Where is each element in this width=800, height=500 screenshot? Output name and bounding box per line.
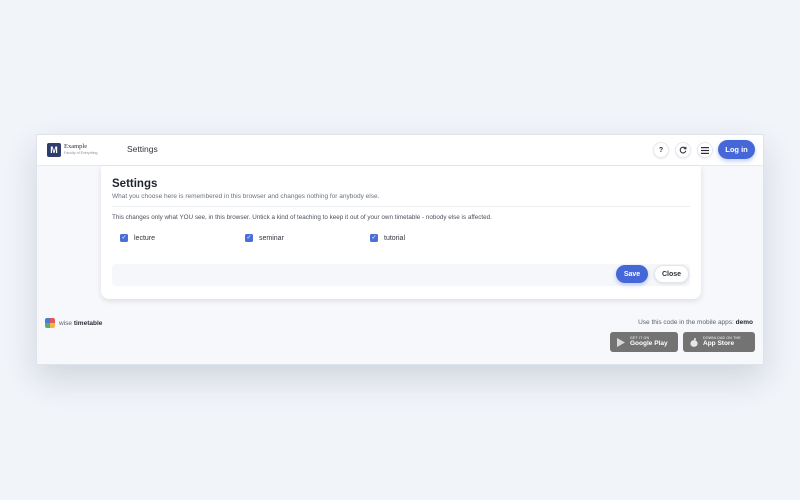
app-name-bold: timetable — [73, 320, 103, 327]
help-button[interactable]: ? — [653, 142, 669, 158]
seminar-label: seminar — [259, 234, 284, 242]
google-play-badge[interactable]: GET IT ON Google Play — [610, 332, 678, 352]
refresh-icon — [679, 146, 687, 154]
tutorial-checkbox[interactable]: ✓ — [370, 234, 378, 242]
lecture-label: lecture — [134, 234, 156, 242]
wise-timetable-logo-icon[interactable] — [45, 318, 55, 328]
option-seminar[interactable]: ✓ seminar — [245, 234, 284, 242]
help-icon: ? — [658, 146, 664, 154]
divider — [112, 206, 690, 207]
action-bar — [112, 264, 690, 286]
settings-description: This changes only what YOU see, in this … — [112, 214, 492, 221]
google-play-big-text: Google Play — [630, 340, 668, 347]
app-window: M Example Faculty of Everything Settings… — [36, 134, 764, 365]
settings-panel: Settings What you choose here is remembe… — [101, 166, 701, 299]
lecture-checkbox[interactable]: ✓ — [120, 234, 128, 242]
app-name-prefix: wise — [59, 320, 73, 327]
brand-name: Example — [64, 143, 88, 150]
tutorial-label: tutorial — [384, 234, 406, 242]
logo-letter: M — [50, 145, 58, 155]
close-button[interactable]: Close — [654, 265, 689, 283]
app-store-badge[interactable]: DOWNLOAD ON THE App Store — [683, 332, 755, 352]
option-tutorial[interactable]: ✓ tutorial — [370, 234, 405, 242]
brand-subtitle: Faculty of Everything — [64, 151, 98, 155]
seminar-checkbox[interactable]: ✓ — [245, 234, 253, 242]
top-navigation-bar: M Example Faculty of Everything Settings… — [37, 135, 763, 166]
hamburger-menu-icon — [701, 146, 709, 154]
app-name[interactable]: wise timetable — [59, 320, 102, 327]
google-play-icon — [616, 337, 625, 347]
app-store-big-text: App Store — [703, 340, 735, 347]
mobile-code-value: demo — [735, 319, 753, 326]
page-title: Settings — [127, 144, 158, 154]
apple-icon — [689, 337, 698, 347]
settings-title: Settings — [112, 178, 158, 190]
option-lecture[interactable]: ✓ lecture — [120, 234, 155, 242]
settings-subtitle: What you choose here is remembered in th… — [112, 193, 380, 200]
menu-button[interactable] — [697, 142, 713, 158]
mobile-code-label: Use this code in the mobile apps: — [638, 319, 734, 326]
mobile-code-text: Use this code in the mobile apps: demo — [638, 319, 753, 326]
save-button[interactable]: Save — [616, 265, 648, 283]
login-button[interactable]: Log in — [718, 140, 755, 159]
refresh-button[interactable] — [675, 142, 691, 158]
app-logo[interactable]: M — [47, 143, 61, 157]
